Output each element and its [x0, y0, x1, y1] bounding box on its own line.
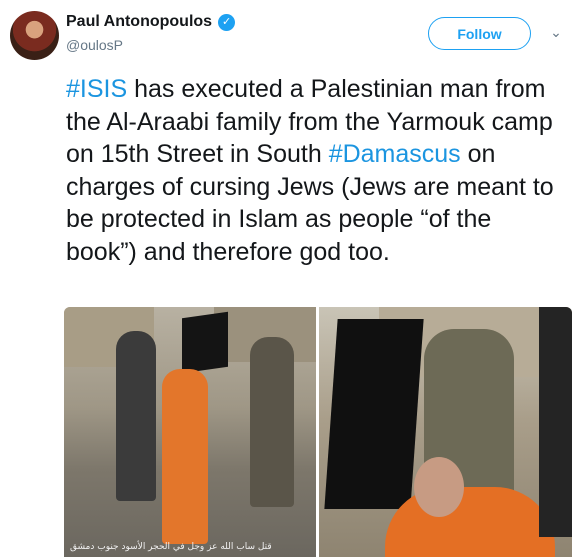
hashtag-damascus[interactable]: #Damascus	[329, 140, 461, 168]
avatar[interactable]	[10, 11, 59, 60]
photo-caption: قتل ساب الله عز وجل في الحجر الأسود جنوب…	[70, 542, 272, 552]
follow-button[interactable]: Follow	[428, 17, 531, 50]
author-name[interactable]: Paul Antonopoulos	[66, 13, 212, 31]
tweet-media[interactable]: قتل ساب الله عز وجل في الحجر الأسود جنوب…	[64, 307, 572, 557]
chevron-down-icon[interactable]: ⌄	[549, 25, 563, 39]
author-handle[interactable]: @oulosP	[66, 37, 123, 53]
tweet-text: #ISIS has executed a Palestinian man fro…	[66, 73, 566, 268]
photo-left[interactable]: قتل ساب الله عز وجل في الحجر الأسود جنوب…	[64, 307, 316, 557]
hashtag-isis[interactable]: #ISIS	[66, 75, 127, 103]
photo-right[interactable]	[319, 307, 572, 557]
verified-badge-icon: ✓	[218, 13, 236, 31]
flag-shape	[182, 311, 228, 374]
flag-shape	[324, 319, 424, 509]
author-row: Paul Antonopoulos ✓	[66, 13, 236, 31]
